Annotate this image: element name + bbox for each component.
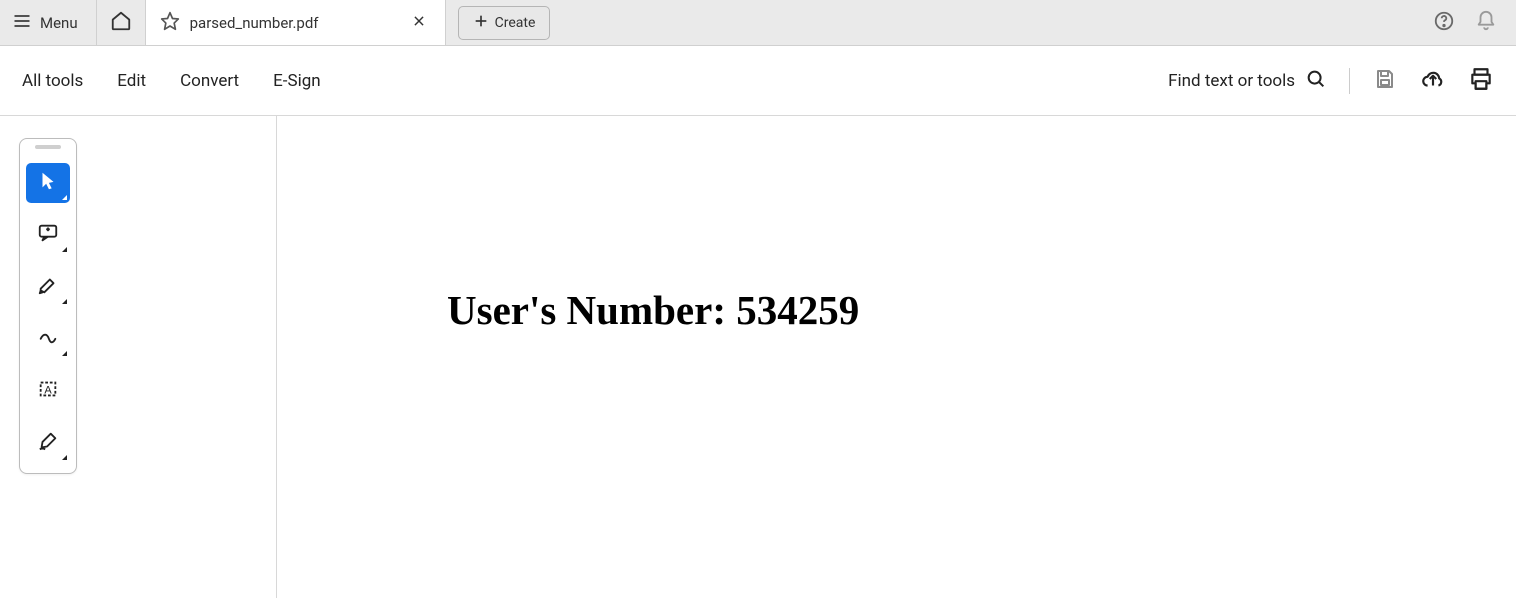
menu-button[interactable]: Menu [0,0,96,45]
tab-close-button[interactable] [407,11,431,35]
pen-icon [37,430,59,456]
freehand-icon [37,326,59,352]
toolbar-left: All tools Edit Convert E-Sign [22,71,321,91]
marker-icon [37,274,59,300]
find-label: Find text or tools [1168,71,1295,91]
toolbar-right: Find text or tools [1168,68,1494,94]
home-icon [110,10,132,36]
select-tool[interactable] [26,163,70,203]
cloud-upload-icon [1420,66,1446,96]
main-toolbar: All tools Edit Convert E-Sign Find text … [0,46,1516,116]
comment-icon [37,222,59,248]
main-area: A User's Number: 534259 [0,116,1516,598]
help-button[interactable] [1432,11,1456,35]
document-tab[interactable]: parsed_number.pdf [146,0,446,45]
left-panel: A [0,116,277,598]
document-view[interactable]: User's Number: 534259 [277,116,1516,598]
divider [1349,68,1350,94]
toolbar-edit[interactable]: Edit [117,71,146,91]
cursor-icon [37,170,59,196]
tab-bar: Menu parsed_number.pdf Create [0,0,1516,46]
create-button[interactable]: Create [458,6,551,40]
bell-icon [1475,10,1497,36]
tabbar-right-actions [1432,11,1516,35]
hamburger-icon [12,11,32,35]
document-content: User's Number: 534259 [447,286,1516,334]
toolbar-all-tools[interactable]: All tools [22,71,83,91]
find-button[interactable]: Find text or tools [1168,68,1327,94]
svg-text:A: A [44,385,52,397]
text-select-icon: A [37,378,59,404]
save-icon [1373,67,1397,95]
highlight-tool[interactable] [26,267,70,307]
toolbar-convert[interactable]: Convert [180,71,239,91]
tab-title: parsed_number.pdf [190,14,397,32]
close-icon [412,13,426,32]
cloud-upload-button[interactable] [1420,68,1446,94]
sign-tool[interactable] [26,423,70,463]
notifications-button[interactable] [1474,11,1498,35]
search-icon [1305,68,1327,94]
print-button[interactable] [1468,68,1494,94]
print-icon [1468,66,1494,96]
comment-tool[interactable] [26,215,70,255]
draw-tool[interactable] [26,319,70,359]
menu-label: Menu [40,14,78,32]
toolbar-esign[interactable]: E-Sign [273,71,321,91]
plus-icon [473,13,489,33]
home-button[interactable] [96,0,146,45]
save-button[interactable] [1372,68,1398,94]
create-label: Create [495,15,536,31]
text-select-tool[interactable]: A [26,371,70,411]
palette-drag-handle[interactable] [35,145,61,149]
help-icon [1433,10,1455,36]
tools-palette: A [19,138,77,474]
star-icon[interactable] [160,11,180,35]
